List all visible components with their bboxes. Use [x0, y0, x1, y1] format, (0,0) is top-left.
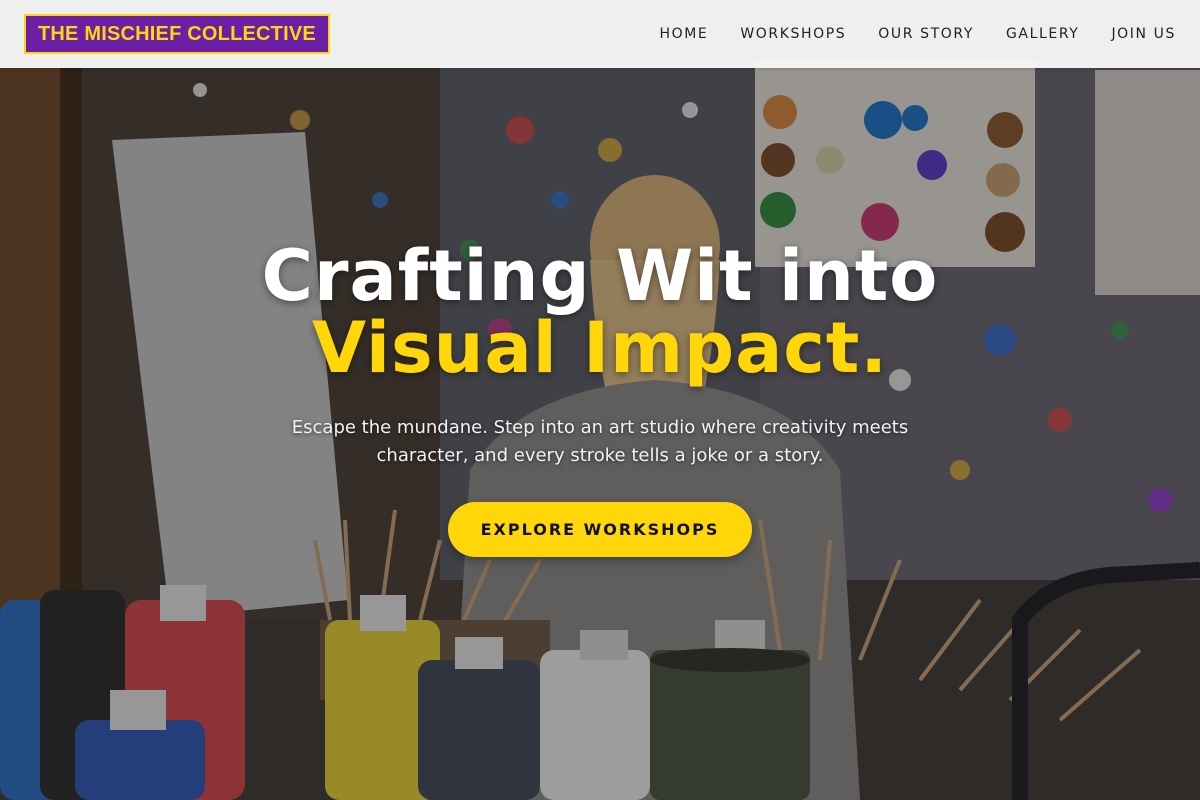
- hero-headline: Crafting Wit into Visual Impact.: [0, 240, 1200, 384]
- headline-line-1: Crafting Wit into: [261, 235, 939, 317]
- nav-link-our-story[interactable]: OUR STORY: [878, 26, 974, 42]
- nav-link-gallery[interactable]: GALLERY: [1006, 26, 1079, 42]
- top-navigation-bar: THE MISCHIEF COLLECTIVE HOME WORKSHOPS O…: [0, 0, 1200, 68]
- nav-link-home[interactable]: HOME: [659, 26, 708, 42]
- explore-workshops-button[interactable]: EXPLORE WORKSHOPS: [447, 502, 753, 557]
- hero-subtext: Escape the mundane. Step into an art stu…: [291, 417, 909, 466]
- hero-content: Crafting Wit into Visual Impact. Escape …: [0, 240, 1200, 557]
- main-nav: HOME WORKSHOPS OUR STORY GALLERY JOIN US: [627, 26, 1176, 42]
- nav-link-workshops[interactable]: WORKSHOPS: [740, 26, 846, 42]
- headline-line-2-accent: Visual Impact.: [312, 307, 888, 389]
- brand-logo[interactable]: THE MISCHIEF COLLECTIVE: [24, 14, 330, 54]
- nav-link-join-us[interactable]: JOIN US: [1111, 26, 1176, 42]
